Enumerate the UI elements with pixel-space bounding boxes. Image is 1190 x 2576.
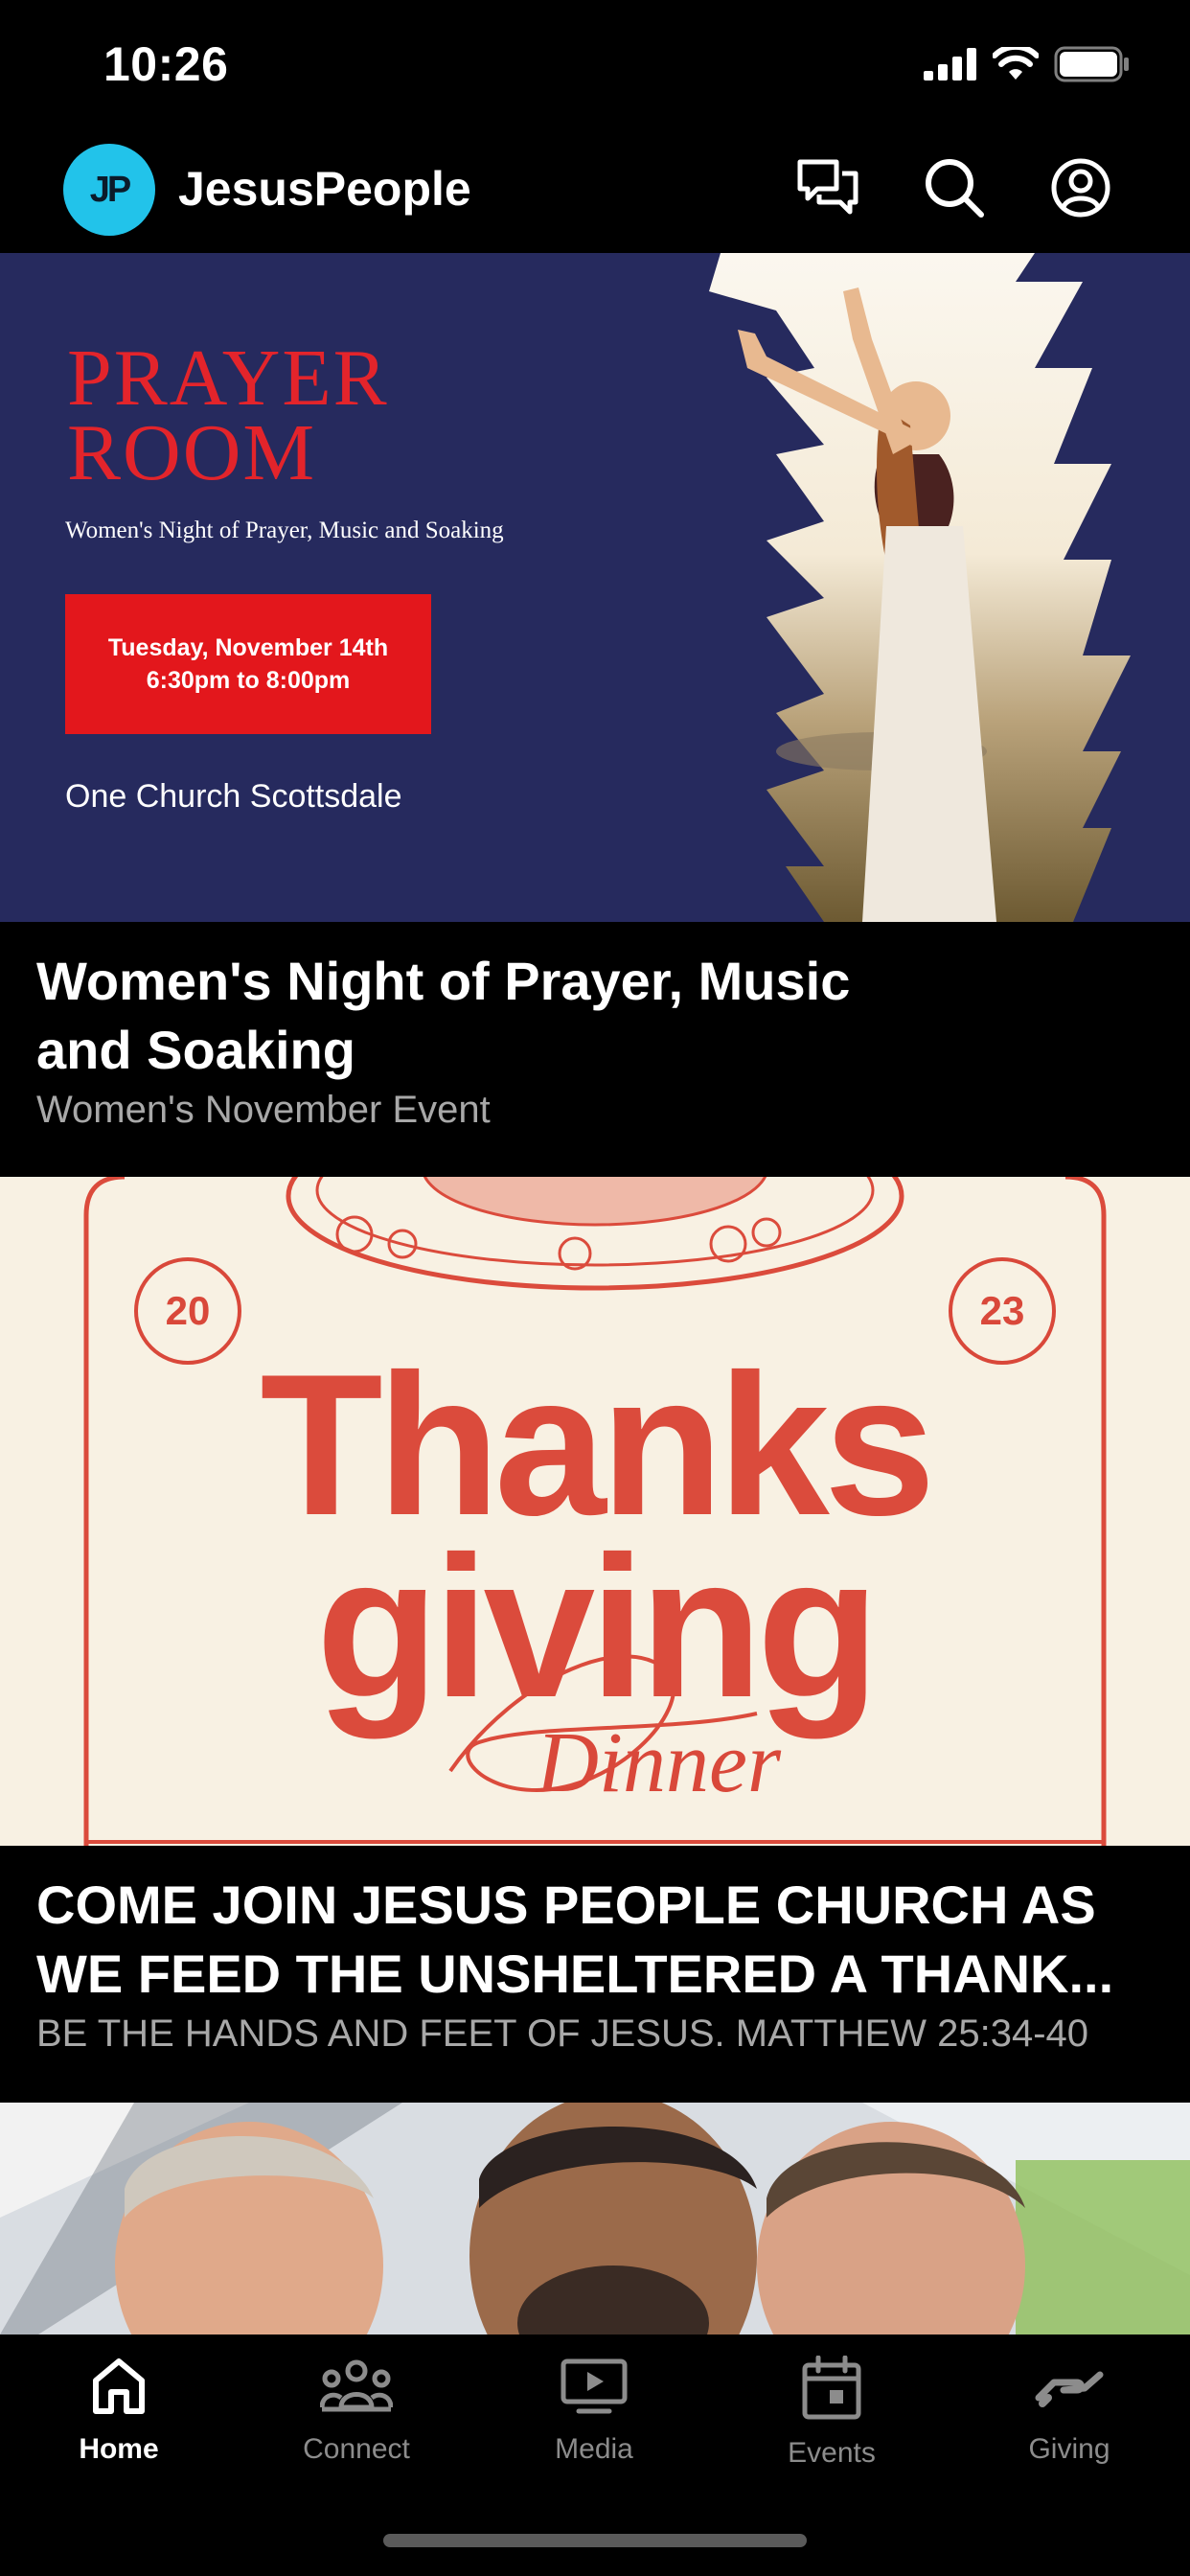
status-icons bbox=[924, 43, 1131, 87]
battery-icon bbox=[1054, 46, 1131, 87]
thanksgiving-word-dinner: Dinner bbox=[537, 1715, 781, 1810]
home-indicator[interactable] bbox=[383, 2534, 807, 2547]
app-header: JP JesusPeople bbox=[0, 134, 1190, 253]
prayer-room-date-box: Tuesday, November 14th 6:30pm to 8:00pm bbox=[65, 594, 431, 734]
woman-praying-photo bbox=[709, 253, 1131, 922]
prayer-room-time: 6:30pm to 8:00pm bbox=[146, 667, 351, 694]
thanksgiving-banner[interactable]: 20 23 Thanks giving Dinner bbox=[0, 1177, 1190, 1846]
tab-label: Events bbox=[788, 2437, 876, 2469]
thanksgiving-word-thanks: Thanks bbox=[260, 1332, 935, 1557]
app-title: JesusPeople bbox=[178, 162, 471, 216]
people-icon bbox=[319, 2356, 394, 2422]
cellular-signal-icon bbox=[924, 48, 977, 85]
prayer-room-heading: PRAYER ROOM bbox=[67, 334, 389, 497]
prayer-room-location: One Church Scottsdale bbox=[65, 778, 402, 815]
prayer-room-subtitle: Women's Night of Prayer, Music and Soaki… bbox=[65, 518, 504, 543]
tab-label: Home bbox=[79, 2433, 159, 2465]
tab-giving[interactable]: Giving bbox=[973, 2356, 1165, 2499]
feed-item-text[interactable]: COME JOIN JESUS PEOPLE CHURCH AS WE FEED… bbox=[36, 1871, 1157, 2058]
tv-icon bbox=[560, 2356, 629, 2422]
prayer-room-heading-line2: ROOM bbox=[67, 408, 317, 497]
tab-label: Media bbox=[555, 2433, 633, 2465]
status-bar: 10:26 bbox=[0, 0, 1190, 134]
baptism-photo-banner[interactable] bbox=[0, 2103, 1190, 2334]
tab-events[interactable]: Events bbox=[736, 2355, 927, 2499]
prayer-room-date: Tuesday, November 14th bbox=[107, 634, 389, 661]
prayer-room-heading-line1: PRAYER bbox=[67, 334, 389, 423]
home-icon bbox=[90, 2356, 148, 2422]
tab-media[interactable]: Media bbox=[498, 2356, 690, 2499]
giving-hand-icon bbox=[1035, 2356, 1104, 2422]
feed-item-title: Women's Night of Prayer, Music and Soaki… bbox=[36, 951, 851, 1080]
feed-item-text[interactable]: Women's Night of Prayer, Music and Soaki… bbox=[36, 947, 1157, 1135]
wifi-icon bbox=[992, 43, 1040, 86]
prayer-room-banner[interactable]: PRAYER ROOM Women's Night of Prayer, Mus… bbox=[0, 253, 1190, 922]
feed-item-subtitle: Women's November Event bbox=[36, 1089, 491, 1131]
feed-item-title: COME JOIN JESUS PEOPLE CHURCH AS WE FEED… bbox=[36, 1874, 1114, 2004]
tab-home[interactable]: Home bbox=[23, 2356, 215, 2499]
profile-button[interactable] bbox=[1044, 153, 1117, 226]
calendar-icon bbox=[801, 2355, 862, 2426]
status-time: 10:26 bbox=[103, 37, 229, 91]
tab-connect[interactable]: Connect bbox=[261, 2356, 452, 2499]
app-logo[interactable]: JP bbox=[63, 144, 155, 236]
search-icon bbox=[924, 157, 985, 223]
tab-label: Giving bbox=[1028, 2433, 1110, 2465]
chat-bubbles-icon bbox=[796, 158, 859, 222]
search-button[interactable] bbox=[918, 153, 991, 226]
user-profile-icon bbox=[1050, 157, 1111, 223]
tab-label: Connect bbox=[303, 2433, 410, 2465]
messages-button[interactable] bbox=[791, 153, 864, 226]
thanksgiving-word-giving: giving bbox=[315, 1514, 880, 1739]
baptism-photo bbox=[0, 2103, 1190, 2334]
feed-item-subtitle: BE THE HANDS AND FEET OF JESUS. MATTHEW … bbox=[36, 2012, 1089, 2055]
